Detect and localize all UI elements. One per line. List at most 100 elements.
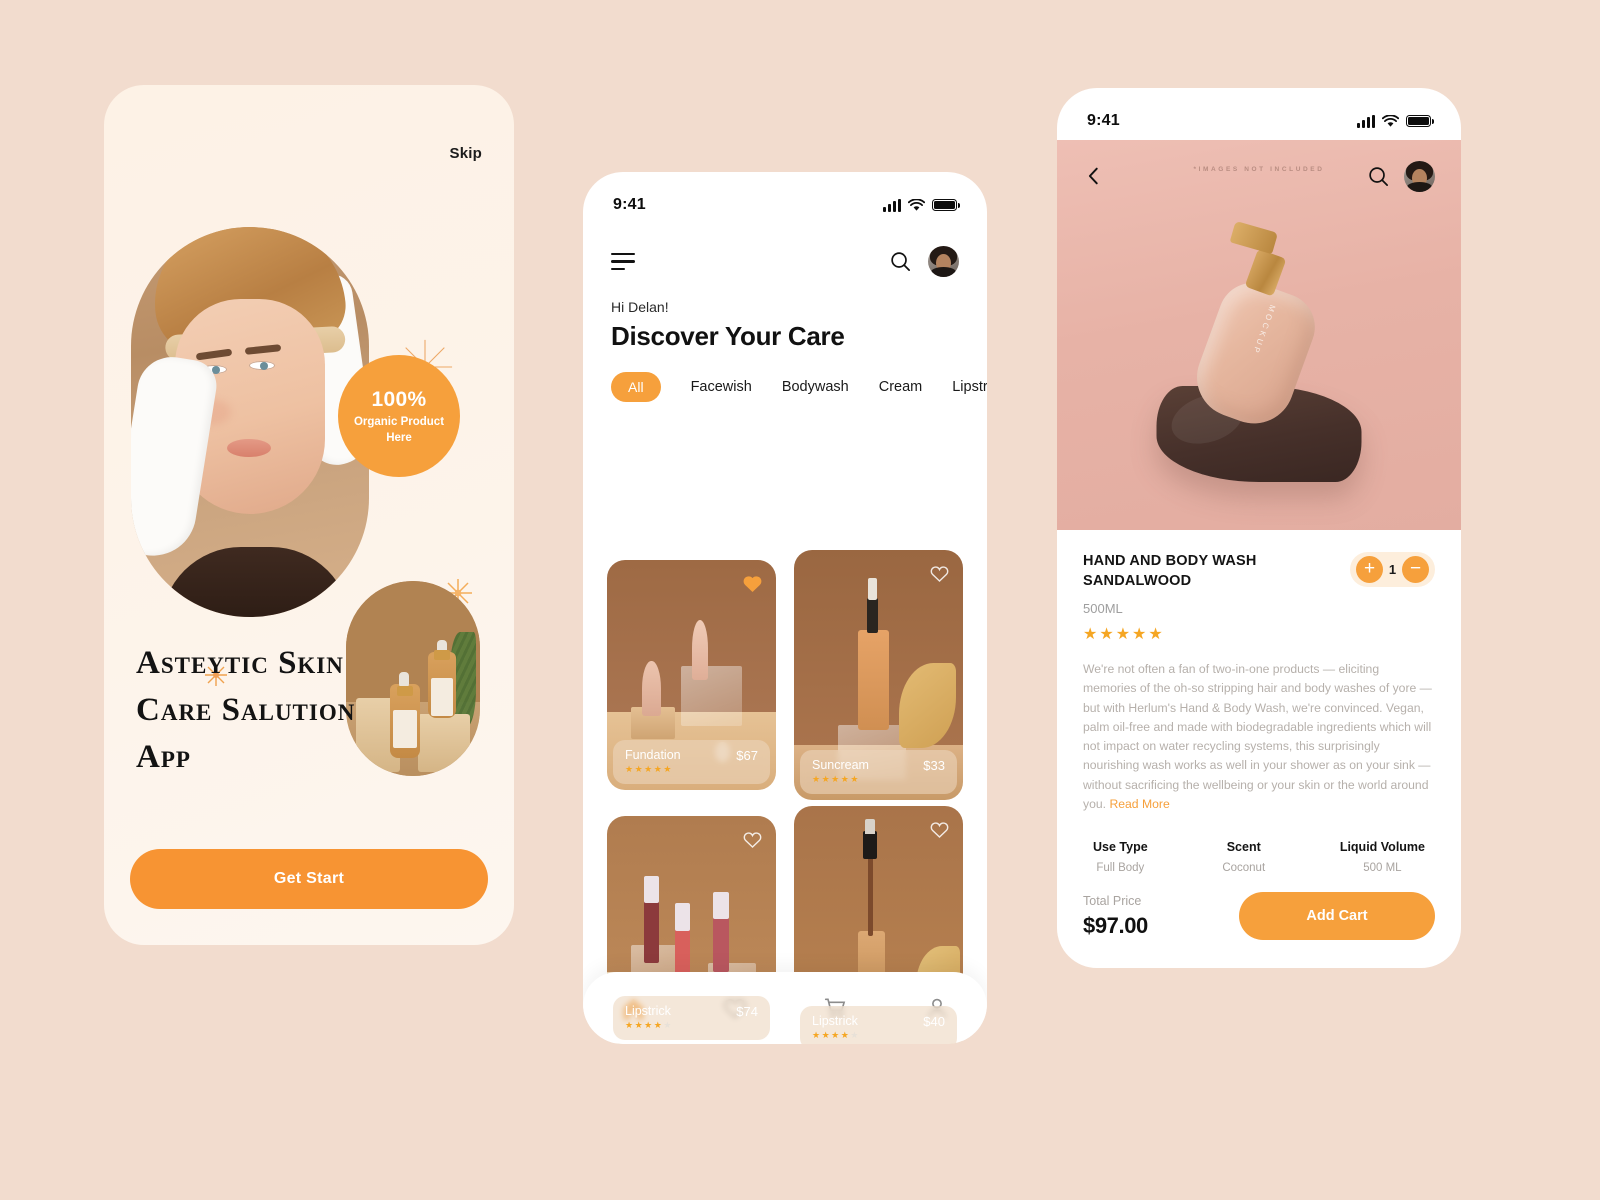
skip-button[interactable]: Skip <box>450 145 482 162</box>
product-description: We're not often a fan of two-in-one prod… <box>1083 660 1435 814</box>
spec-column: Liquid Volume 500 ML <box>1340 840 1425 874</box>
add-cart-button[interactable]: Add Cart <box>1239 892 1435 940</box>
badge-line2: Here <box>386 432 412 445</box>
status-bar: 9:41 <box>1057 88 1461 140</box>
avatar[interactable] <box>928 246 959 277</box>
favorite-heart-icon[interactable] <box>929 819 950 840</box>
thumb-serum-bottle-2 <box>428 652 456 718</box>
status-time: 9:41 <box>613 196 646 213</box>
hero-top-bar <box>1057 140 1461 212</box>
status-icons <box>883 198 960 212</box>
product-thumbnail-photo <box>346 581 480 776</box>
purchase-footer: Total Price $97.00 Add Cart <box>1057 892 1461 940</box>
category-tab-lipstrick[interactable]: Lipstrick <box>952 379 987 395</box>
quantity-value: 1 <box>1388 562 1397 577</box>
hero-model-photo <box>131 227 369 617</box>
bottle-label-text: MOCKUP <box>1250 303 1278 357</box>
wifi-icon <box>908 198 925 211</box>
quantity-stepper: + 1 − <box>1350 552 1435 587</box>
top-bar <box>583 224 987 277</box>
battery-icon <box>1406 115 1434 127</box>
badge-line1: Organic Product <box>353 415 445 428</box>
product-card-info: Lipstrick ★★★★★ $74 <box>613 996 770 1040</box>
spec-column: Use Type Full Body <box>1093 840 1148 874</box>
product-title: HAND AND BODY WASH SANDALWOOD <box>1083 553 1257 589</box>
product-rating-stars: ★★★★★ <box>812 774 860 784</box>
battery-icon <box>932 199 960 211</box>
menu-icon[interactable] <box>611 253 635 270</box>
get-start-button[interactable]: Get Start <box>130 849 488 909</box>
quantity-decrease-button[interactable]: − <box>1402 556 1429 583</box>
status-time: 9:41 <box>1087 112 1120 129</box>
thumb-block-2 <box>418 714 470 772</box>
product-info: HAND AND BODY WASH SANDALWOOD + 1 − 500M… <box>1057 530 1461 814</box>
category-tab-facewish[interactable]: Facewish <box>691 379 752 395</box>
thumb-bottle-neck-2 <box>434 650 450 660</box>
spec-label: Scent <box>1226 840 1261 855</box>
bottle-pump <box>1229 220 1279 255</box>
onboarding-screen: Skip 100% Organic Product Here Asteytic … <box>104 85 514 945</box>
product-name: Fundation <box>625 748 681 762</box>
signal-icon <box>883 198 901 212</box>
category-tabs: All Facewish Bodywash Cream Lipstrick <box>583 352 987 402</box>
search-icon[interactable] <box>1367 165 1390 188</box>
badge-percent: 100% <box>371 387 427 411</box>
product-rating-stars: ★★★★★ <box>812 1030 860 1040</box>
avatar[interactable] <box>1404 160 1435 192</box>
spec-label: Use Type <box>1093 840 1148 855</box>
product-rating-stars: ★★★★★ <box>625 764 673 774</box>
favorite-heart-icon[interactable] <box>929 563 950 584</box>
spec-label: Liquid Volume <box>1339 840 1425 855</box>
product-card[interactable]: Lipstrick ★★★★★ $74 <box>607 816 776 1044</box>
product-name: Lipstrick <box>812 1014 858 1028</box>
section-heading: Discover Your Care <box>611 321 845 351</box>
product-detail-screen: 9:41 MOCKUP *IMAGES NOT INCLUDED HAND AN… <box>1057 88 1461 968</box>
product-rating-stars: ★★★★★ <box>625 1020 673 1030</box>
product-hero-image: MOCKUP *IMAGES NOT INCLUDED <box>1057 140 1461 530</box>
product-card-info: Lipstrick ★★★★★ $40 <box>800 1006 957 1044</box>
product-rating-stars: ★★★★★ <box>1083 626 1165 644</box>
product-volume: 500ML <box>1083 601 1123 617</box>
product-price: $33 <box>923 758 945 773</box>
product-specs: Use Type Full Body Scent Coconut Liquid Vo… <box>1057 814 1461 874</box>
read-more-link[interactable]: Read More <box>1109 797 1169 811</box>
eyebrow-left <box>195 348 233 361</box>
quantity-increase-button[interactable]: + <box>1356 556 1383 583</box>
category-tab-bodywash[interactable]: Bodywash <box>782 379 849 395</box>
spec-value: Coconut <box>1222 862 1266 875</box>
greeting-text: Hi Delan! <box>611 299 669 315</box>
organic-badge: 100% Organic Product Here <box>338 355 460 477</box>
status-icons <box>1357 114 1434 128</box>
watermark-text: *IMAGES NOT INCLUDED <box>1193 166 1325 173</box>
product-name: Lipstrick <box>625 1004 671 1018</box>
signal-icon <box>1357 114 1375 128</box>
search-icon[interactable] <box>889 250 912 273</box>
product-name: Suncream <box>812 758 869 772</box>
bottle-neck <box>1244 248 1287 297</box>
description-text: We're not often a fan of two-in-one prod… <box>1083 662 1432 811</box>
category-tab-cream[interactable]: Cream <box>879 379 923 395</box>
product-card[interactable]: Lipstrick ★★★★★ $40 <box>794 806 963 1044</box>
thumb-bottle-neck-1 <box>397 686 413 696</box>
product-price: $67 <box>736 748 758 763</box>
eye-right <box>249 361 275 370</box>
title-row: HAND AND BODY WASH SANDALWOOD + 1 − <box>1083 552 1435 591</box>
product-price: $74 <box>736 1004 758 1019</box>
favorite-heart-icon[interactable] <box>742 573 763 594</box>
spec-value: 500 ML <box>1363 862 1402 875</box>
eyebrow-right <box>244 344 282 355</box>
status-bar: 9:41 <box>583 172 987 224</box>
product-card[interactable]: Suncream ★★★★★ $33 <box>794 550 963 800</box>
spec-column: Scent Coconut <box>1222 840 1265 874</box>
page-title: Asteytic Skin Care Salution App <box>136 645 356 775</box>
product-price: $40 <box>923 1014 945 1029</box>
total-price-value: $97.00 <box>1083 912 1148 938</box>
home-screen: 9:41 Hi Delan! Discover Your Care All Fac… <box>583 172 987 1044</box>
total-price-block: Total Price $97.00 <box>1083 894 1148 939</box>
shoulder-shape <box>161 547 351 617</box>
spec-value: Full Body <box>1096 862 1145 875</box>
product-card[interactable]: Fundation ★★★★★ $67 <box>607 560 776 790</box>
category-tab-all[interactable]: All <box>611 372 661 402</box>
back-icon[interactable] <box>1083 165 1105 187</box>
favorite-heart-icon[interactable] <box>742 829 763 850</box>
